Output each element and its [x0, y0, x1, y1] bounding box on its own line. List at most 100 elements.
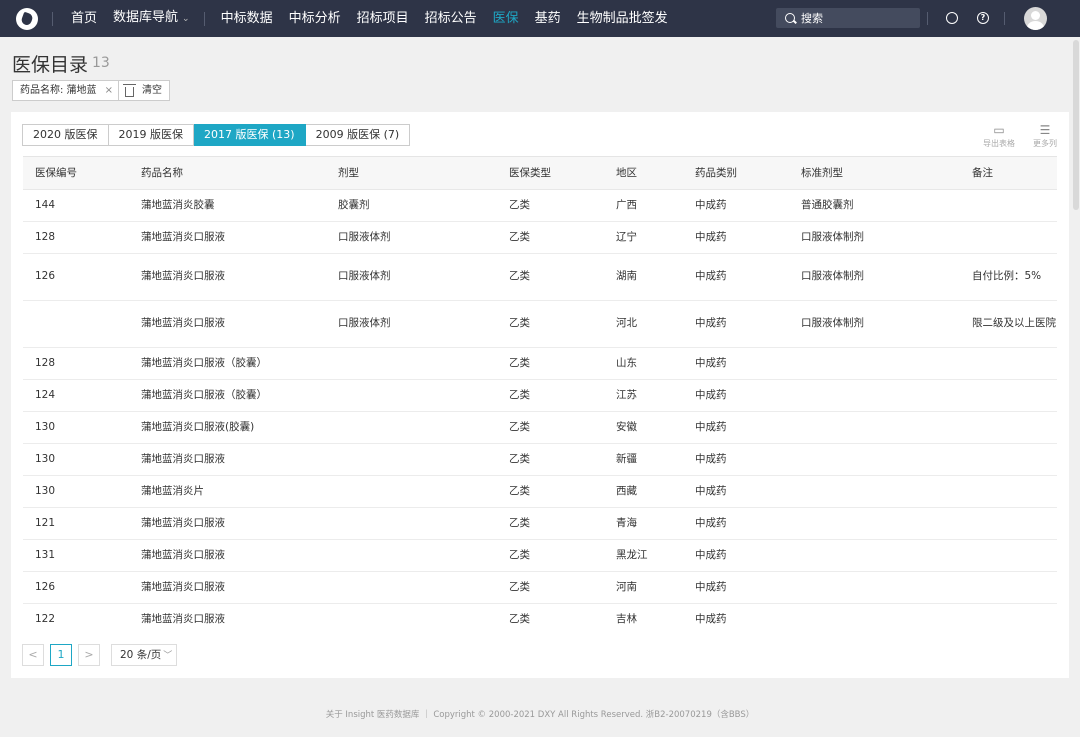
column-header[interactable]: 剂型 [326, 157, 497, 190]
table-cell: 乙类 [497, 507, 604, 540]
nav-item-8[interactable]: 生物制品批签发 [569, 0, 676, 37]
list-icon: ☰ [1039, 123, 1051, 137]
avatar[interactable] [1024, 7, 1047, 30]
table-cell [789, 571, 960, 604]
table-row[interactable]: 128 蒲地蓝消炎口服液 口服液体剂 乙类 辽宁 中成药 口服液体制剂 [23, 221, 1057, 254]
table-row[interactable]: 144 蒲地蓝消炎胶囊 胶囊剂 乙类 广西 中成药 普通胶囊剂 [23, 189, 1057, 222]
table-cell: 中成药 [683, 571, 789, 604]
table-cell: 河北 [604, 300, 683, 348]
logo-icon[interactable] [16, 7, 38, 30]
scrollbar[interactable] [1073, 40, 1079, 210]
table-row[interactable]: 131 蒲地蓝消炎口服液 乙类 黑龙江 中成药 [23, 539, 1057, 572]
table-cell: 限二级及以上医院 [960, 300, 1057, 348]
table-cell [960, 347, 1057, 380]
table-cell: 蒲地蓝消炎胶囊 [129, 189, 326, 222]
export-icon: ▭ [993, 123, 1005, 137]
chevron-down-icon: ﹀ [163, 651, 173, 661]
table-cell: 蒲地蓝消炎口服液 [129, 443, 326, 476]
table-cell: 126 [23, 571, 129, 604]
prev-page-button[interactable]: < [22, 644, 44, 666]
nav-item-6[interactable]: 医保 [485, 0, 527, 37]
column-header[interactable]: 医保编号 [23, 157, 129, 190]
search-box[interactable] [776, 8, 920, 28]
table-cell [326, 507, 497, 540]
version-tabs: 2020 版医保 2019 版医保 2017 版医保 (13) 2009 版医保 (7… [22, 124, 411, 146]
table-row[interactable]: 126 蒲地蓝消炎口服液 乙类 河南 中成药 [23, 571, 1057, 604]
table-row[interactable]: 130 蒲地蓝消炎口服液 乙类 新疆 中成药 [23, 443, 1057, 476]
column-header[interactable]: 医保类型 [497, 157, 604, 190]
table-cell: 广西 [604, 189, 683, 222]
nav-item-3[interactable]: 中标分析 [281, 0, 349, 37]
nav-item-7[interactable]: 基药 [527, 0, 569, 37]
table-row[interactable]: 122 蒲地蓝消炎口服液 乙类 吉林 中成药 [23, 603, 1057, 628]
table-cell [960, 539, 1057, 572]
more-columns-button[interactable]: ☰ 更多列 [1025, 124, 1065, 149]
table-cell: 中成药 [683, 539, 789, 572]
table-cell: 乙类 [497, 475, 604, 508]
table-cell: 中成药 [683, 475, 789, 508]
nav-label: 医保 [492, 11, 519, 26]
table-cell: 蒲地蓝消炎口服液（胶囊） [129, 379, 326, 412]
table-cell: 蒲地蓝消炎口服液 [129, 300, 326, 348]
table-cell: 130 [23, 411, 129, 444]
nav-label: 中标数据 [220, 11, 273, 26]
page-size-select[interactable]: 20 条/页 ﹀ [111, 644, 178, 666]
data-table-container[interactable]: 医保编号 药品名称 剂型 医保类型 地区 药品类别 标准剂型 备注 144 蒲地蓝消炎胶囊 胶囊剂… [23, 156, 1057, 628]
table-cell: 口服液体制剂 [789, 221, 960, 254]
table-cell [789, 539, 960, 572]
clear-filters-button[interactable]: 清空 [118, 80, 170, 101]
close-icon[interactable]: × [105, 81, 113, 100]
divider [203, 11, 205, 26]
table-cell: 中成药 [683, 603, 789, 628]
table-cell [326, 603, 497, 628]
nav-label: 基药 [534, 11, 561, 26]
help-icon[interactable]: ? [977, 12, 989, 24]
table-cell: 130 [23, 443, 129, 476]
table-header-row: 医保编号 药品名称 剂型 医保类型 地区 药品类别 标准剂型 备注 [23, 157, 1057, 190]
nav-item-0[interactable]: 首页 [63, 0, 105, 37]
column-header[interactable]: 药品类别 [683, 157, 789, 190]
next-page-button[interactable]: > [78, 644, 100, 666]
table-row[interactable]: 124 蒲地蓝消炎口服液（胶囊） 乙类 江苏 中成药 [23, 379, 1057, 412]
table-row[interactable]: 128 蒲地蓝消炎口服液（胶囊） 乙类 山东 中成药 [23, 347, 1057, 380]
table-row[interactable]: 蒲地蓝消炎口服液 口服液体剂 乙类 河北 中成药 口服液体制剂 限二级及以上医院 [23, 300, 1057, 348]
table-cell: 中成药 [683, 443, 789, 476]
table-cell: 乙类 [497, 347, 604, 380]
nav-item-5[interactable]: 招标公告 [417, 0, 485, 37]
table-cell: 蒲地蓝消炎片 [129, 475, 326, 508]
tab-version-1[interactable]: 2019 版医保 [108, 124, 194, 146]
nav-item-4[interactable]: 招标项目 [349, 0, 417, 37]
table-cell [960, 221, 1057, 254]
tab-version-3[interactable]: 2009 版医保 (7) [305, 124, 411, 146]
table-cell [960, 411, 1057, 444]
table-cell [789, 347, 960, 380]
search-input[interactable] [801, 11, 911, 25]
column-header[interactable]: 地区 [604, 157, 683, 190]
filter-tag[interactable]: 药品名称: 蒲地蓝 × [12, 80, 121, 101]
table-cell: 乙类 [497, 443, 604, 476]
lightbulb-icon[interactable] [946, 12, 958, 24]
pagination: < 1 > 20 条/页 ﹀ [22, 644, 178, 666]
table-cell [789, 603, 960, 628]
column-header[interactable]: 标准剂型 [789, 157, 960, 190]
chevron-down-icon: ⌄ [182, 14, 190, 24]
table-row[interactable]: 130 蒲地蓝消炎口服液(胶囊) 乙类 安徽 中成药 [23, 411, 1057, 444]
table-row[interactable]: 130 蒲地蓝消炎片 乙类 西藏 中成药 [23, 475, 1057, 508]
table-row[interactable]: 126 蒲地蓝消炎口服液 口服液体剂 乙类 湖南 中成药 口服液体制剂 自付比例：5% [23, 253, 1057, 301]
table-cell: 胶囊剂 [326, 189, 497, 222]
table-cell: 蒲地蓝消炎口服液（胶囊） [129, 347, 326, 380]
table-cell: 蒲地蓝消炎口服液 [129, 571, 326, 604]
tab-version-2[interactable]: 2017 版医保 (13) [194, 124, 306, 146]
nav-item-1[interactable]: 数据库导航 ⌄ [105, 0, 198, 38]
tab-version-0[interactable]: 2020 版医保 [22, 124, 109, 146]
column-header[interactable]: 药品名称 [129, 157, 326, 190]
table-cell: 中成药 [683, 411, 789, 444]
search-icon [785, 13, 795, 23]
main-nav: 首页 数据库导航 ⌄ 中标数据 中标分析 招标项目 招标公告 医保 基药 生物制品批签发 [63, 0, 676, 37]
page-1-button[interactable]: 1 [50, 644, 72, 666]
export-table-button[interactable]: ▭ 导出表格 [979, 124, 1019, 149]
nav-item-2[interactable]: 中标数据 [213, 0, 281, 37]
table-cell: 蒲地蓝消炎口服液 [129, 221, 326, 254]
column-header[interactable]: 备注 [960, 157, 1057, 190]
table-row[interactable]: 121 蒲地蓝消炎口服液 乙类 青海 中成药 [23, 507, 1057, 540]
